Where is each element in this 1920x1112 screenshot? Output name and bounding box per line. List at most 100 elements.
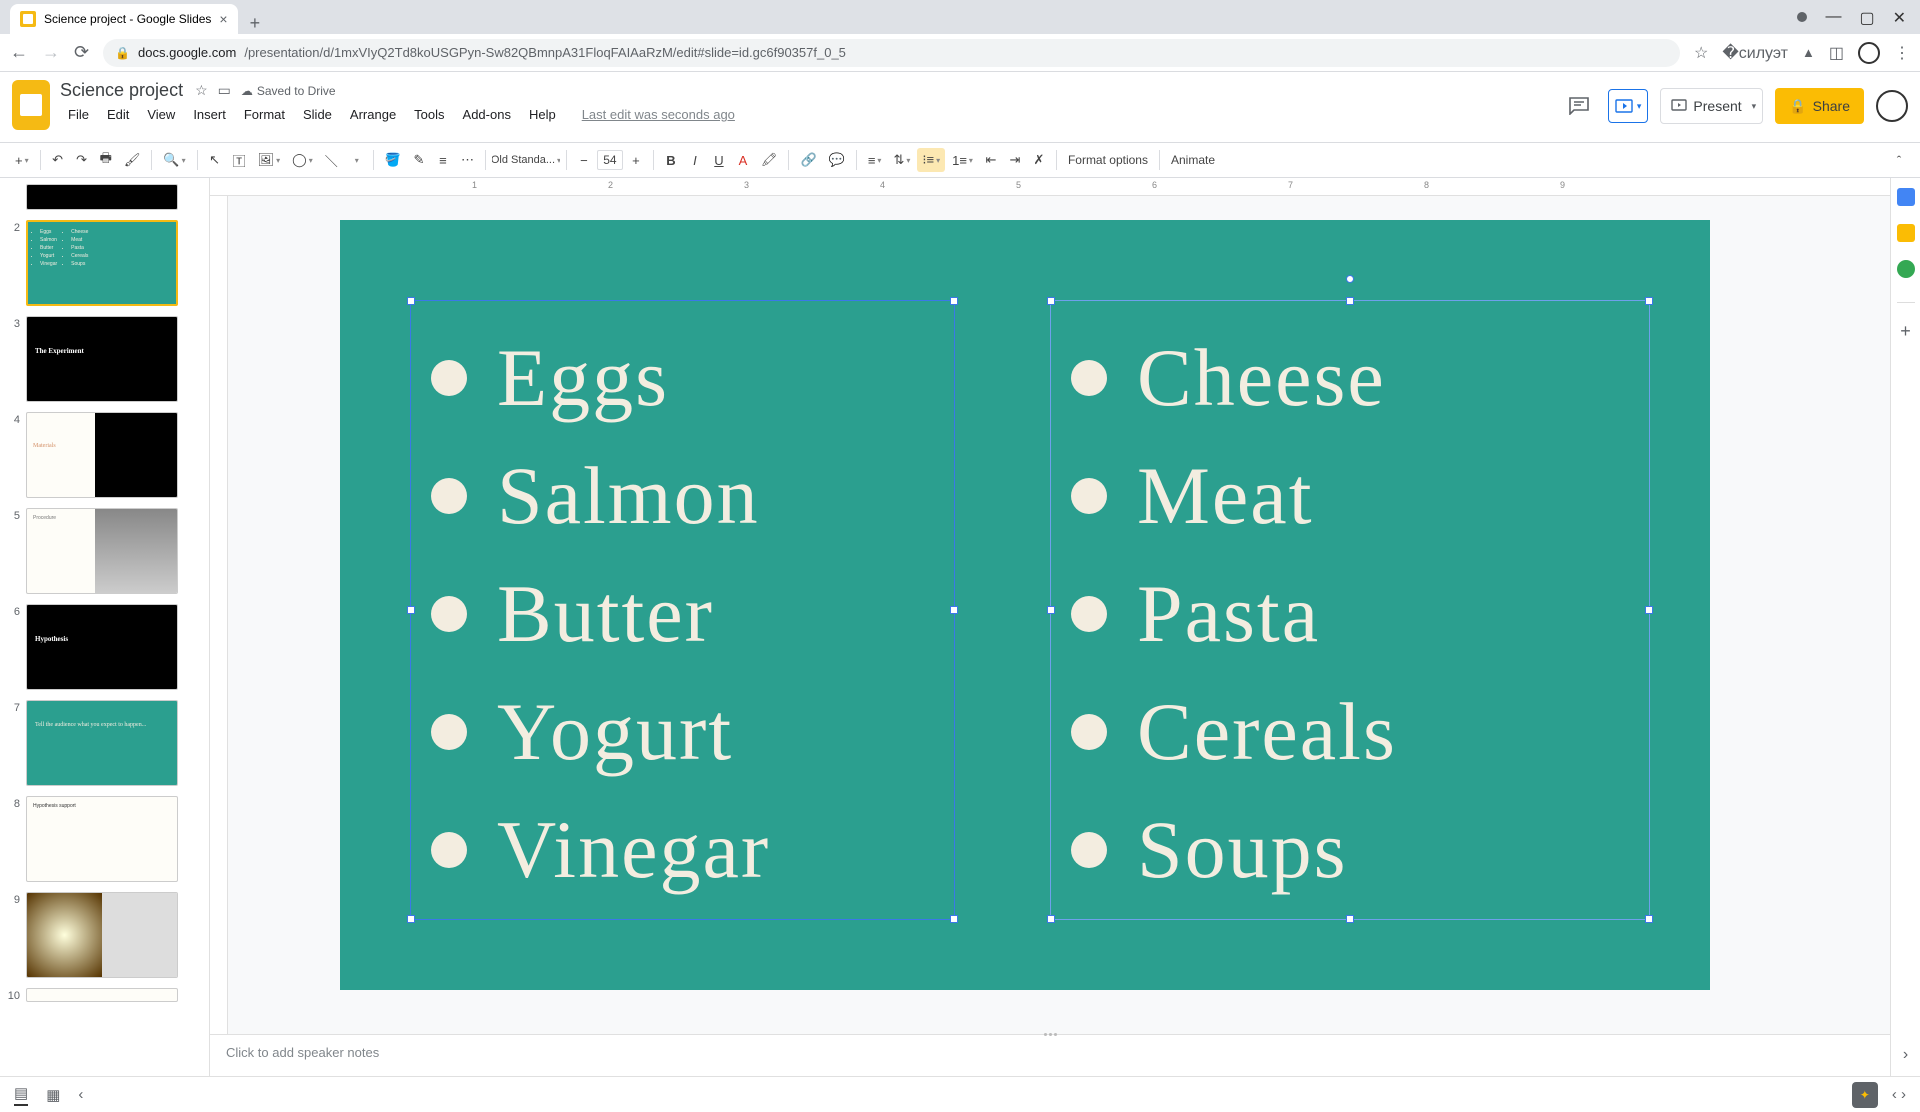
move-icon[interactable]: ▭ bbox=[218, 82, 231, 99]
resize-handle[interactable] bbox=[407, 606, 415, 614]
menu-help[interactable]: Help bbox=[521, 103, 564, 126]
list-item[interactable]: Salmon bbox=[497, 449, 760, 543]
border-color[interactable]: ✎ bbox=[408, 148, 430, 172]
account-avatar[interactable] bbox=[1876, 90, 1908, 122]
chrome-menu-icon[interactable]: ⋮ bbox=[1894, 43, 1910, 63]
menu-tools[interactable]: Tools bbox=[406, 103, 452, 126]
undo-button[interactable]: ↶ bbox=[47, 148, 69, 172]
resize-handle[interactable] bbox=[950, 297, 958, 305]
slide-thumb-10[interactable] bbox=[26, 988, 178, 1002]
reload-icon[interactable]: ⟳ bbox=[74, 42, 89, 63]
navigate-icon[interactable]: ‹ › bbox=[1892, 1086, 1906, 1103]
resize-handle[interactable] bbox=[950, 915, 958, 923]
resize-handle[interactable] bbox=[1645, 606, 1653, 614]
extensions-icon[interactable]: �силуэт bbox=[1722, 43, 1788, 63]
select-tool[interactable]: ↖ bbox=[204, 148, 226, 172]
resize-handle[interactable] bbox=[1047, 297, 1055, 305]
menu-insert[interactable]: Insert bbox=[185, 103, 234, 126]
new-slide-button[interactable]: + bbox=[10, 149, 34, 172]
slide-thumb-3[interactable]: The Experiment bbox=[26, 316, 178, 402]
calendar-icon[interactable] bbox=[1897, 188, 1915, 206]
menu-view[interactable]: View bbox=[139, 103, 183, 126]
comments-button[interactable] bbox=[1562, 89, 1596, 123]
slides-logo-icon[interactable] bbox=[12, 80, 50, 130]
border-dash[interactable]: ⋯ bbox=[456, 148, 479, 172]
filmstrip-view-icon[interactable]: ▤ bbox=[14, 1084, 28, 1106]
shape-tool[interactable]: ◯ bbox=[287, 148, 318, 172]
menu-file[interactable]: File bbox=[60, 103, 97, 126]
insert-link[interactable]: 🔗 bbox=[795, 148, 821, 172]
slide-thumb-9[interactable] bbox=[26, 892, 178, 978]
resize-handle[interactable] bbox=[1346, 297, 1354, 305]
numbered-list[interactable]: 1≡ bbox=[947, 149, 978, 172]
resize-handle[interactable] bbox=[407, 915, 415, 923]
slide-thumb-7[interactable]: Tell the audience what you expect to hap… bbox=[26, 700, 178, 786]
hide-panel-icon[interactable]: › bbox=[1903, 1046, 1908, 1064]
font-family-select[interactable]: Old Standa... bbox=[492, 150, 560, 170]
clear-formatting[interactable]: ✗ bbox=[1028, 148, 1050, 172]
list-item[interactable]: Meat bbox=[1137, 449, 1313, 543]
close-tab-icon[interactable]: × bbox=[219, 11, 227, 27]
grid-view-icon[interactable]: ▦ bbox=[46, 1086, 60, 1104]
document-title[interactable]: Science project bbox=[60, 80, 183, 101]
border-weight[interactable]: ≡ bbox=[432, 149, 454, 172]
list-item[interactable]: Yogurt bbox=[497, 685, 733, 779]
profile-avatar[interactable] bbox=[1858, 42, 1880, 64]
slide-thumb-1[interactable] bbox=[26, 184, 178, 210]
collapse-toolbar[interactable]: ˆ bbox=[1888, 149, 1910, 172]
paint-format-button[interactable]: 🖌 bbox=[119, 148, 146, 172]
menu-format[interactable]: Format bbox=[236, 103, 293, 126]
slideshow-dropdown[interactable]: ▾ bbox=[1608, 89, 1649, 123]
slide-thumb-6[interactable]: Hypothesis bbox=[26, 604, 178, 690]
list-item[interactable]: Vinegar bbox=[497, 803, 770, 897]
resize-handle[interactable] bbox=[950, 606, 958, 614]
last-edit-link[interactable]: Last edit was seconds ago bbox=[574, 103, 743, 126]
line-spacing[interactable]: ⇅ bbox=[888, 148, 915, 172]
slide-thumb-4[interactable]: Materials bbox=[26, 412, 178, 498]
list-item[interactable]: Soups bbox=[1137, 803, 1348, 897]
text-color[interactable]: A bbox=[732, 149, 754, 172]
font-size-input[interactable]: 54 bbox=[597, 150, 623, 170]
add-panel-icon[interactable]: + bbox=[1900, 321, 1911, 342]
bookmark-icon[interactable]: ☆ bbox=[1694, 43, 1708, 63]
resize-handle[interactable] bbox=[1645, 915, 1653, 923]
print-button[interactable]: 🖶 bbox=[95, 145, 117, 175]
current-slide[interactable]: Eggs Salmon Butter Yogurt Vinegar bbox=[340, 220, 1710, 990]
resize-handle[interactable] bbox=[1346, 915, 1354, 923]
list-item[interactable]: Butter bbox=[497, 567, 714, 661]
format-options-button[interactable]: Format options bbox=[1063, 149, 1153, 171]
menu-arrange[interactable]: Arrange bbox=[342, 103, 404, 126]
indent-increase[interactable]: ⇥ bbox=[1004, 148, 1026, 172]
close-window-icon[interactable]: ✕ bbox=[1893, 8, 1906, 28]
zoom-button[interactable]: 🔍 bbox=[158, 148, 190, 172]
font-size-decrease[interactable]: − bbox=[573, 149, 595, 172]
animate-button[interactable]: Animate bbox=[1166, 149, 1220, 171]
font-size-increase[interactable]: + bbox=[625, 149, 647, 172]
highlight-color[interactable]: 🖍 bbox=[756, 148, 783, 172]
textbox-left[interactable]: Eggs Salmon Butter Yogurt Vinegar bbox=[410, 300, 955, 920]
notes-resize-handle[interactable] bbox=[1035, 1033, 1065, 1037]
present-button[interactable]: Present ▾ bbox=[1660, 88, 1763, 124]
slide-thumb-5[interactable]: Procedure bbox=[26, 508, 178, 594]
bold-button[interactable]: B bbox=[660, 149, 682, 172]
textbox-tool[interactable]: 🅃 bbox=[228, 147, 251, 174]
resize-handle[interactable] bbox=[1047, 915, 1055, 923]
redo-button[interactable]: ↷ bbox=[71, 148, 93, 172]
back-icon[interactable]: ← bbox=[10, 42, 28, 63]
indent-decrease[interactable]: ⇤ bbox=[980, 148, 1002, 172]
textbox-right[interactable]: Cheese Meat Pasta Cereals Soups bbox=[1050, 300, 1650, 920]
underline-button[interactable]: U bbox=[708, 149, 730, 172]
slide-thumb-2[interactable]: EggsSalmonButterYogurtVinegarCheeseMeatP… bbox=[26, 220, 178, 306]
align-button[interactable]: ≡ bbox=[863, 149, 887, 172]
tasks-icon[interactable] bbox=[1897, 260, 1915, 278]
speaker-notes[interactable]: Click to add speaker notes bbox=[210, 1034, 1890, 1076]
line-menu[interactable] bbox=[345, 152, 367, 169]
keep-icon[interactable] bbox=[1897, 224, 1915, 242]
bulleted-list[interactable]: ⁝≡ bbox=[917, 148, 945, 172]
resize-handle[interactable] bbox=[407, 297, 415, 305]
account-dot-icon[interactable] bbox=[1797, 12, 1807, 22]
list-item[interactable]: Cereals bbox=[1137, 685, 1397, 779]
cast-icon[interactable]: ▲ bbox=[1802, 45, 1815, 60]
image-tool[interactable]: 🖼 bbox=[253, 148, 286, 172]
present-dropdown-icon[interactable]: ▾ bbox=[1752, 101, 1757, 112]
